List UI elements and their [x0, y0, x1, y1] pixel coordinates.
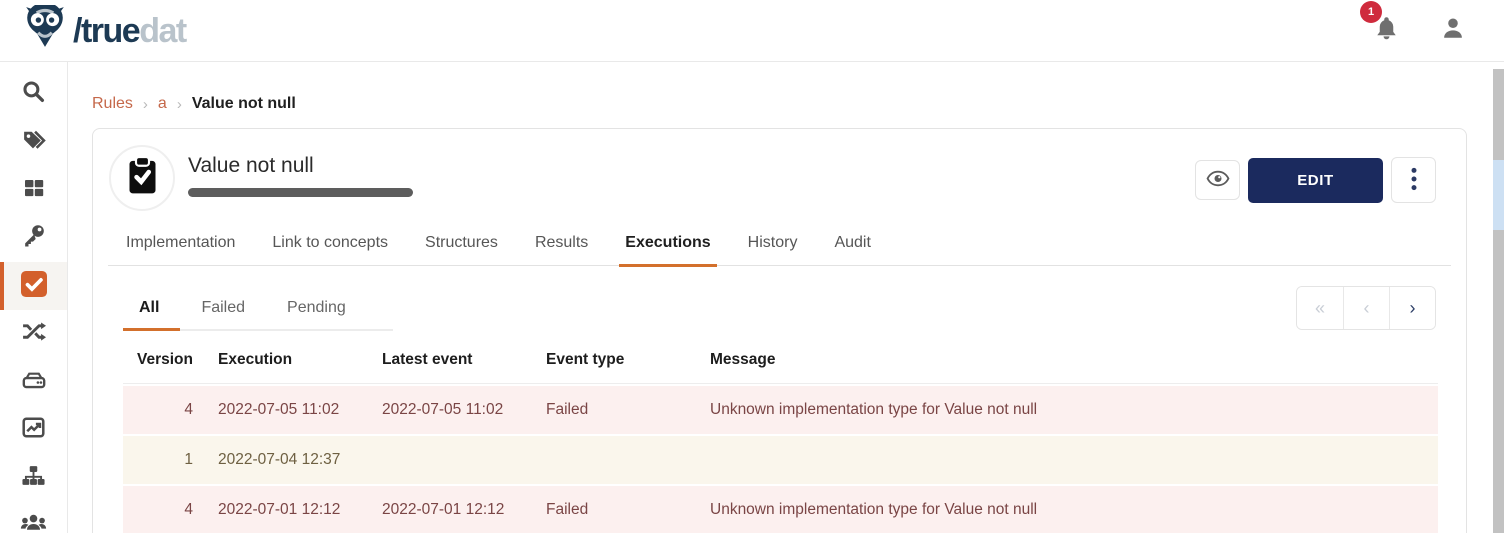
column-header-message: Message: [685, 345, 1438, 384]
tab-structures[interactable]: Structures: [425, 234, 498, 265]
sidebar-item-search[interactable]: [0, 70, 67, 118]
filter-failed[interactable]: Failed: [180, 299, 266, 329]
search-icon: [21, 79, 46, 109]
sidebar-item-catalog[interactable]: [0, 166, 67, 214]
column-header-execution: Execution: [193, 345, 357, 384]
sidebar-item-tags[interactable]: [0, 118, 67, 166]
sidebar: [0, 62, 68, 533]
filter-all[interactable]: All: [123, 299, 180, 329]
shuffle-icon: [21, 319, 46, 349]
user-icon: [1440, 28, 1466, 45]
cell-version: 1: [123, 436, 193, 484]
cell-event-type: Failed: [521, 386, 685, 434]
breadcrumb: Rules › a › Value not null: [92, 95, 296, 113]
filter-pending[interactable]: Pending: [266, 299, 367, 329]
eye-icon: [1206, 170, 1230, 190]
execution-row: 1 2022-07-04 12:37: [123, 436, 1438, 484]
notifications-button[interactable]: 1: [1373, 15, 1400, 47]
breadcrumb-current: Value not null: [192, 95, 296, 113]
cell-version: 4: [123, 486, 193, 533]
tab-executions[interactable]: Executions: [625, 234, 710, 265]
cell-execution: 2022-07-05 11:02: [193, 386, 357, 434]
tab-implementation[interactable]: Implementation: [126, 234, 235, 265]
sidebar-item-dashboards[interactable]: [0, 406, 67, 454]
pagination-next-button[interactable]: ›: [1389, 287, 1435, 329]
key-icon: [21, 223, 46, 253]
edit-button[interactable]: EDIT: [1248, 158, 1383, 203]
column-header-latest-event: Latest event: [357, 345, 521, 384]
sidebar-item-users[interactable]: [0, 502, 67, 533]
executions-toolbar: All Failed Pending « ‹ ›: [123, 286, 1436, 331]
cell-latest-event: 2022-07-01 12:12: [357, 486, 521, 533]
top-header: /truedat 1: [0, 0, 1504, 62]
brand-primary: /true: [73, 12, 139, 50]
rule-header: Value not null EDIT: [93, 129, 1466, 211]
cell-message: Unknown implementation type for Value no…: [685, 486, 1438, 533]
table-body: 4 2022-07-05 11:02 2022-07-05 11:02 Fail…: [123, 386, 1438, 533]
tab-audit[interactable]: Audit: [834, 234, 870, 265]
grid-icon: [22, 176, 46, 205]
cell-version: 4: [123, 386, 193, 434]
sidebar-item-sources[interactable]: [0, 358, 67, 406]
brand-secondary: dat: [139, 12, 186, 50]
sitemap-icon: [21, 463, 46, 493]
more-options-button[interactable]: [1391, 157, 1436, 203]
breadcrumb-separator: ›: [143, 96, 148, 113]
tab-link-to-concepts[interactable]: Link to concepts: [272, 234, 388, 265]
rule-avatar: [109, 145, 175, 211]
cell-message: [685, 436, 1438, 484]
sidebar-item-taxonomy[interactable]: [0, 454, 67, 502]
check-square-icon: [21, 271, 47, 302]
kebab-menu-icon: [1411, 167, 1417, 194]
tags-icon: [21, 127, 46, 157]
cell-latest-event: [357, 436, 521, 484]
drive-icon: [21, 367, 47, 398]
truedat-logo[interactable]: /truedat: [24, 5, 186, 56]
table-header-row: Version Execution Latest event Event typ…: [123, 345, 1438, 384]
brand-text: /truedat: [73, 14, 186, 48]
chart-line-icon: [21, 415, 46, 445]
main-content: Rules › a › Value not null Value not nul…: [68, 62, 1504, 533]
sidebar-item-access[interactable]: [0, 214, 67, 262]
pagination-first-button[interactable]: «: [1297, 287, 1343, 329]
cell-message: Unknown implementation type for Value no…: [685, 386, 1438, 434]
bell-icon: [1373, 29, 1400, 46]
execution-row: 4 2022-07-05 11:02 2022-07-05 11:02 Fail…: [123, 386, 1438, 434]
pagination: « ‹ ›: [1296, 286, 1436, 330]
pagination-prev-button[interactable]: ‹: [1343, 287, 1389, 329]
rule-title: Value not null: [188, 154, 413, 178]
sidebar-item-lineage[interactable]: [0, 310, 67, 358]
owl-logo-icon: [24, 5, 66, 56]
execution-row: 4 2022-07-01 12:12 2022-07-01 12:12 Fail…: [123, 486, 1438, 533]
breadcrumb-rules-link[interactable]: Rules: [92, 95, 133, 113]
rule-tabs: Implementation Link to concepts Structur…: [108, 234, 1451, 266]
cell-event-type: [521, 436, 685, 484]
execution-filters: All Failed Pending: [123, 299, 393, 331]
breadcrumb-domain-link[interactable]: a: [158, 95, 167, 113]
breadcrumb-separator: ›: [177, 96, 182, 113]
scrollbar-thumb[interactable]: [1493, 160, 1504, 230]
tab-results[interactable]: Results: [535, 234, 588, 265]
column-header-event-type: Event type: [521, 345, 685, 384]
rule-card: Value not null EDIT: [92, 128, 1467, 533]
cell-latest-event: 2022-07-05 11:02: [357, 386, 521, 434]
cell-execution: 2022-07-04 12:37: [193, 436, 357, 484]
view-button[interactable]: [1195, 160, 1240, 200]
quality-progress-bar: [188, 188, 413, 197]
users-icon: [20, 510, 47, 533]
notification-badge: 1: [1360, 1, 1382, 23]
tab-history[interactable]: History: [748, 234, 798, 265]
column-header-version: Version: [123, 345, 193, 384]
scrollbar-track[interactable]: [1493, 69, 1504, 533]
cell-execution: 2022-07-01 12:12: [193, 486, 357, 533]
cell-event-type: Failed: [521, 486, 685, 533]
clipboard-check-icon: [125, 156, 160, 200]
sidebar-item-quality[interactable]: [0, 262, 67, 310]
executions-table: Version Execution Latest event Event typ…: [123, 343, 1438, 533]
user-menu-button[interactable]: [1440, 15, 1466, 46]
